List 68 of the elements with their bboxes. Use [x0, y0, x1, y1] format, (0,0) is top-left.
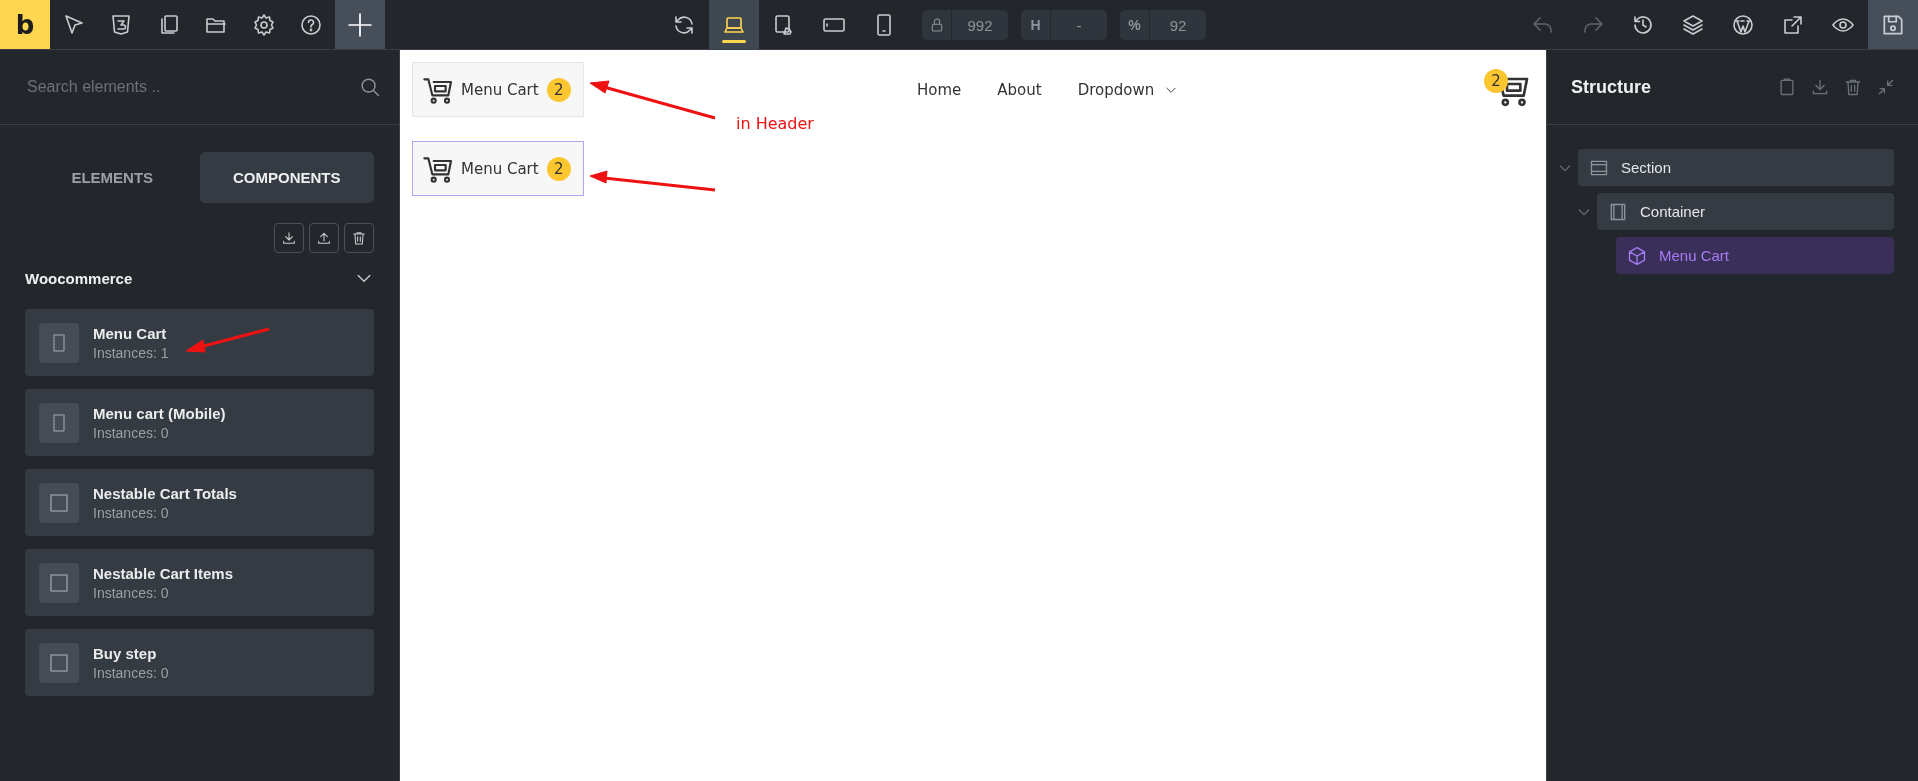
field-label: H	[1030, 17, 1041, 33]
instances-count: Instances: 0	[93, 584, 170, 601]
device-button[interactable]	[709, 0, 759, 49]
instances-count: Instances: 0	[93, 664, 169, 681]
field-value: 92	[1168, 15, 1188, 36]
container-icon	[1608, 201, 1628, 222]
node-label: Section	[1621, 159, 1672, 176]
download-icon	[1810, 77, 1830, 97]
tree-node[interactable]: Section	[1578, 149, 1894, 186]
height-field[interactable]: H -	[1021, 10, 1107, 40]
tree-node[interactable]: Menu Cart	[1616, 237, 1894, 274]
upload-icon	[316, 230, 332, 246]
cart-count-badge: 2	[546, 77, 571, 102]
cart-count-badge: 2	[1484, 68, 1508, 93]
menu-cart-label: Menu Cart	[461, 80, 539, 99]
instances-count: Instances: 0	[93, 504, 170, 521]
node-label: Container	[1640, 203, 1706, 220]
menu-cart-label: Menu Cart	[461, 159, 539, 178]
import-button[interactable]	[274, 223, 304, 253]
zoom-field[interactable]: % 92	[1120, 10, 1206, 40]
category-title: Woocommerce	[25, 269, 133, 287]
collapse-icon	[1876, 77, 1896, 97]
add-button[interactable]	[335, 0, 385, 49]
trash-icon	[1843, 77, 1863, 97]
component-name: Nestable Cart Items	[93, 564, 234, 582]
wordpress-icon	[1731, 12, 1755, 37]
instances-count: Instances: 0	[93, 424, 170, 441]
field-label: %	[1128, 17, 1141, 33]
download-icon	[281, 230, 297, 246]
nav-link[interactable]: Dropdown	[1077, 80, 1179, 99]
trash-icon	[351, 230, 367, 246]
panel-tab[interactable]: COMPONENTS	[199, 152, 374, 203]
search-icon	[359, 76, 381, 98]
component-name: Menu Cart	[93, 324, 168, 342]
category-header[interactable]: Woocommerce	[25, 266, 374, 290]
search-field[interactable]: Search elements ..	[25, 77, 359, 97]
logo[interactable]: b	[0, 0, 50, 49]
plus-icon	[347, 11, 373, 38]
instances-count: Instances: 1	[93, 344, 169, 361]
delete-button[interactable]	[344, 223, 374, 253]
cart-count-badge: 2	[546, 156, 571, 181]
field-value: -	[1075, 15, 1083, 36]
help-icon	[299, 12, 324, 37]
component-card[interactable]: Nestable Cart Items Instances: 0	[25, 549, 374, 616]
component-card[interactable]: Buy step Instances: 0	[25, 629, 374, 696]
annotation-text: in Header	[736, 114, 814, 133]
component-name: Nestable Cart Totals	[93, 484, 237, 502]
cube-icon	[1627, 245, 1647, 266]
component-card[interactable]: Menu cart (Mobile) Instances: 0	[25, 389, 374, 456]
header-cart[interactable]: 2	[1484, 68, 1532, 111]
width-field[interactable]: 992	[922, 10, 1008, 40]
menu-cart-widget[interactable]: Menu Cart 2	[412, 141, 584, 196]
menu-cart-widget[interactable]: Menu Cart 2	[412, 62, 584, 117]
node-label: Menu Cart	[1659, 247, 1730, 264]
tree-node[interactable]: Container	[1597, 193, 1894, 230]
panel-title: Structure	[1571, 76, 1652, 98]
component-name: Menu cart (Mobile)	[93, 404, 226, 422]
component-name: Buy step	[93, 644, 158, 662]
export-button[interactable]	[309, 223, 339, 253]
panel-tab[interactable]: ELEMENTS	[25, 152, 200, 203]
component-card[interactable]: Nestable Cart Totals Instances: 0	[25, 469, 374, 536]
layers-icon	[1681, 12, 1705, 37]
nav-link[interactable]: Home	[917, 80, 962, 99]
field-value: 992	[966, 15, 994, 36]
settings-icon	[251, 12, 276, 37]
save-button[interactable]	[1868, 0, 1918, 49]
component-card[interactable]: Menu Cart Instances: 1	[25, 309, 374, 376]
nav-link[interactable]: About	[997, 80, 1042, 99]
